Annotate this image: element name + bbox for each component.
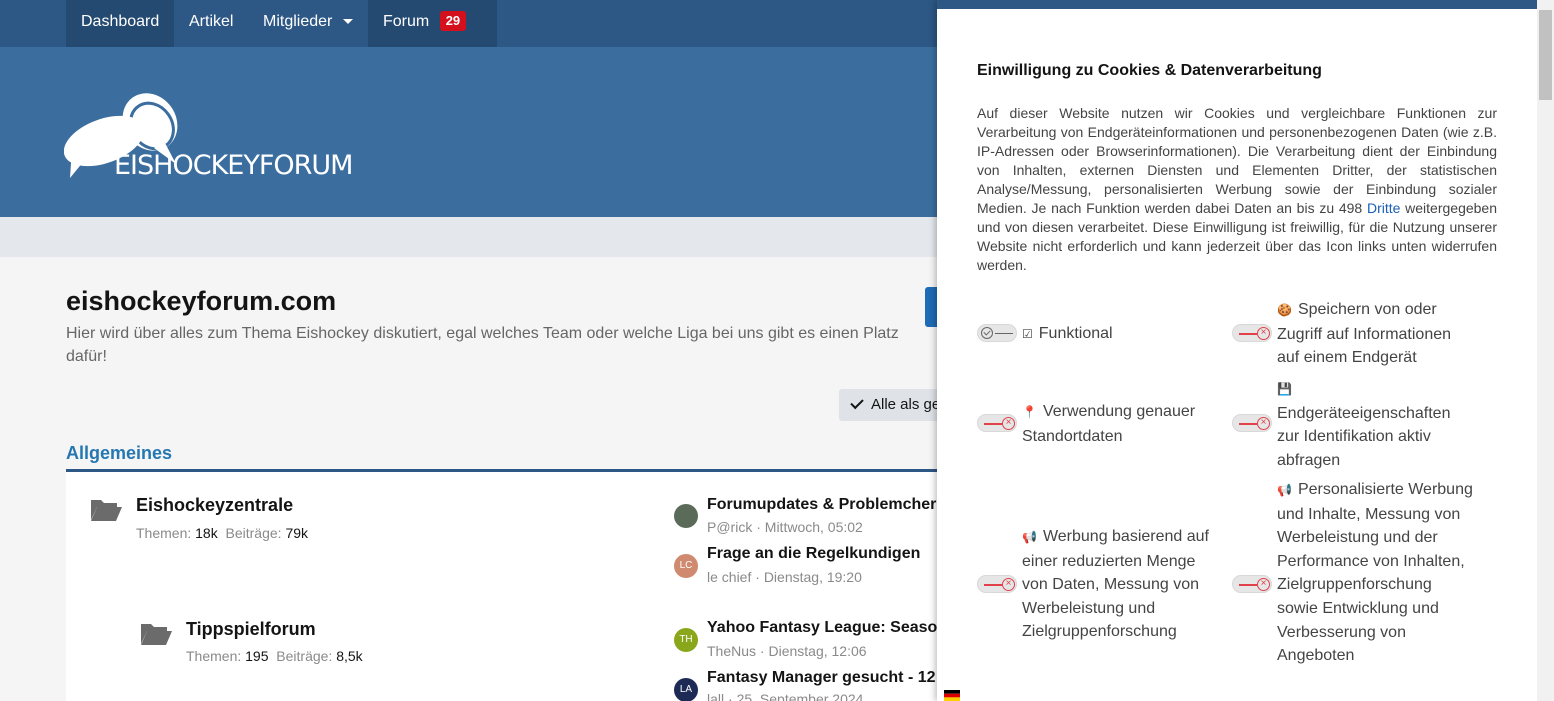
megaphone-icon: 📢	[1277, 483, 1292, 497]
latest-thread-title[interactable]: Forumupdates & Problemcher	[707, 496, 936, 514]
nav-artikel-label: Artikel	[189, 13, 234, 30]
latest-author[interactable]: lall	[707, 691, 724, 701]
option-device-identification: 💾 Endgeräteeigenschaften zur Identifikati…	[1277, 377, 1467, 472]
toggle-funktional[interactable]	[977, 324, 1017, 342]
close-icon: ×	[1257, 578, 1270, 591]
option-label: Werbung basierend auf einer reduzierten …	[1022, 528, 1209, 641]
toggle-line	[1239, 333, 1257, 335]
toggle-location-data[interactable]: ×	[977, 414, 1017, 432]
toggle-line	[984, 423, 1002, 425]
avatar[interactable]: TH	[674, 628, 698, 652]
avatar[interactable]: LC	[674, 554, 698, 578]
option-label: Speichern von oder Zugriff auf Informati…	[1277, 301, 1452, 367]
forum-stats: Themen: 195 Beiträge: 8,5k	[186, 648, 363, 664]
chevron-down-icon	[342, 19, 353, 25]
themen-count: 195	[245, 648, 269, 664]
toggle-storage-access[interactable]: ×	[1232, 324, 1272, 342]
nav-artikel[interactable]: Artikel	[174, 0, 248, 47]
cookie-icon: 🍪	[1277, 303, 1292, 317]
toggle-device-identification[interactable]: ×	[1232, 414, 1272, 432]
close-icon: ×	[1002, 578, 1015, 591]
beitraege-label: Beiträge:	[276, 648, 333, 664]
consent-title: Einwilligung zu Cookies & Datenverarbeit…	[977, 62, 1322, 79]
nav-mitglieder-label: Mitglieder	[263, 13, 333, 30]
third-parties-link[interactable]: Dritte	[1367, 200, 1400, 216]
checkbox-icon: ☑	[1022, 327, 1033, 341]
check-icon	[850, 395, 864, 410]
save-icon: 💾	[1277, 382, 1292, 396]
mark-all-read-label: Alle als ge	[871, 396, 941, 413]
latest-thread-title[interactable]: Frage an die Regelkundigen	[707, 545, 920, 563]
latest-date: Dienstag, 19:20	[763, 569, 862, 585]
nav-forum[interactable]: Forum 29	[368, 0, 497, 68]
latest-thread-meta: lall · 25. September 2024	[707, 691, 863, 701]
page-title: eishockeyforum.com	[66, 286, 337, 316]
option-storage-access: 🍪 Speichern von oder Zugriff auf Informat…	[1277, 298, 1477, 370]
logo-text: EISHOCKEYFORUM	[114, 150, 353, 181]
latest-date: Mittwoch, 05:02	[764, 519, 863, 535]
german-flag-icon[interactable]	[944, 690, 960, 701]
themen-count: 18k	[195, 525, 218, 541]
forum-name-tippspielforum[interactable]: Tippspielforum	[186, 619, 316, 640]
toggle-line	[995, 333, 1013, 334]
nav-dashboard[interactable]: Dashboard	[66, 0, 175, 47]
avatar[interactable]	[674, 504, 698, 528]
section-title[interactable]: Allgemeines	[66, 443, 172, 464]
option-label: Verwendung genauer Standortdaten	[1022, 403, 1196, 445]
latest-author[interactable]: le chief	[707, 569, 751, 585]
toggle-personalized-ads[interactable]: ×	[1232, 575, 1272, 593]
latest-author[interactable]: TheNus	[707, 643, 756, 659]
close-icon: ×	[1002, 417, 1015, 430]
toggle-line	[1239, 423, 1257, 425]
option-label: Endgeräteeigenschaften zur Identifikatio…	[1277, 404, 1451, 469]
latest-thread-meta: le chief · Dienstag, 19:20	[707, 569, 862, 585]
page-description: Hier wird über alles zum Thema Eishockey…	[66, 325, 899, 365]
nav-mitglieder[interactable]: Mitglieder	[248, 0, 368, 47]
avatar[interactable]: LA	[674, 678, 698, 701]
toggle-limited-ads[interactable]: ×	[977, 575, 1017, 593]
folder-icon	[141, 624, 172, 645]
nav-dashboard-label: Dashboard	[81, 13, 160, 30]
cookie-consent-panel: Einwilligung zu Cookies & Datenverarbeit…	[937, 0, 1537, 701]
toggle-knob	[981, 327, 993, 339]
option-funktional: ☑ Funktional	[1022, 322, 1202, 347]
mark-all-read-button[interactable]: Alle als ge	[839, 389, 949, 421]
close-icon: ×	[1257, 327, 1270, 340]
option-label: Funktional	[1038, 325, 1113, 342]
latest-date: Dienstag, 12:06	[768, 643, 867, 659]
toggle-line	[984, 584, 1002, 586]
folder-icon	[91, 500, 122, 521]
location-pin-icon: 📍	[1022, 405, 1037, 419]
scrollbar-thumb[interactable]	[1539, 10, 1552, 100]
scrollbar-track[interactable]	[1537, 0, 1554, 701]
consent-topbar	[937, 0, 1537, 9]
option-label: Personalisierte Werbung und Inhalte, Mes…	[1277, 481, 1473, 665]
forum-stats: Themen: 18k Beiträge: 79k	[136, 525, 308, 541]
latest-thread-title[interactable]: Yahoo Fantasy League: Seaso	[707, 619, 937, 637]
themen-label: Themen:	[186, 648, 242, 664]
consent-description: Auf dieser Website nutzen wir Cookies un…	[977, 104, 1497, 275]
latest-thread-meta: TheNus · Dienstag, 12:06	[707, 643, 867, 659]
option-limited-ads: 📢 Werbung basierend auf einer reduzierten…	[1022, 525, 1212, 644]
beitraege-count: 8,5k	[336, 648, 363, 664]
latest-date: 25. September 2024	[736, 691, 864, 701]
latest-thread-meta: P@rick · Mittwoch, 05:02	[707, 519, 863, 535]
latest-thread-title[interactable]: Fantasy Manager gesucht - 12	[707, 669, 936, 687]
megaphone-icon: 📢	[1022, 530, 1037, 544]
option-personalized-ads: 📢 Personalisierte Werbung und Inhalte, Me…	[1277, 478, 1477, 668]
themen-label: Themen:	[136, 525, 192, 541]
option-location-data: 📍 Verwendung genauer Standortdaten	[1022, 400, 1212, 448]
forum-name-eishockeyzentrale[interactable]: Eishockeyzentrale	[136, 495, 293, 516]
latest-author[interactable]: P@rick	[707, 519, 752, 535]
beitraege-count: 79k	[285, 525, 309, 541]
close-icon: ×	[1257, 417, 1270, 430]
nav-forum-label: Forum	[383, 13, 430, 30]
beitraege-label: Beiträge:	[225, 525, 282, 541]
forum-unread-badge: 29	[439, 10, 467, 31]
toggle-line	[1239, 584, 1257, 586]
